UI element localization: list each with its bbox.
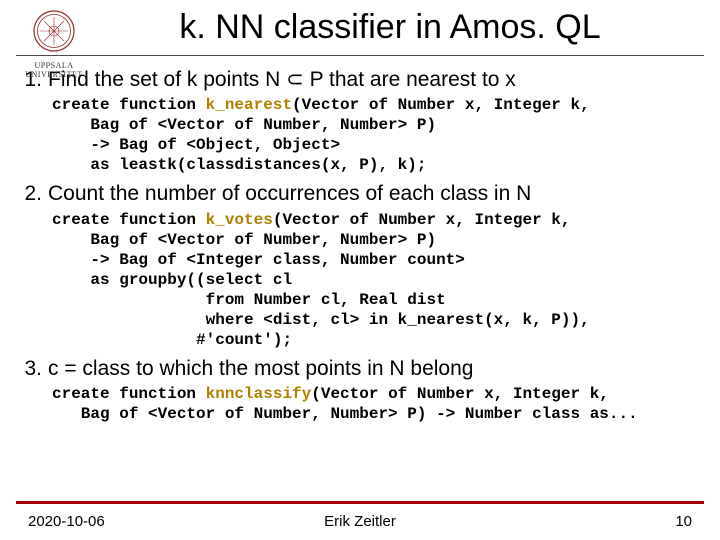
slide-content: 1.Find the set of k points N ⊂ P that ar… xyxy=(0,66,720,424)
step-2: 2. Count the number of occurrences of eac… xyxy=(14,181,706,349)
footer-date: 2020-10-06 xyxy=(28,513,105,530)
step-number: 3. xyxy=(14,356,42,382)
function-name: k_nearest xyxy=(206,96,292,114)
step-text-before: c = class to which the most points in N … xyxy=(48,357,473,380)
slide-title: k. NN classifier in Amos. QL xyxy=(80,0,700,55)
code-block-2: create function k_votes(Vector of Number… xyxy=(52,210,706,350)
code-prefix: create function xyxy=(52,211,206,229)
logo-caption-2: UNIVERSITET xyxy=(14,70,94,79)
footer-divider xyxy=(16,501,704,504)
seal-icon xyxy=(33,10,75,52)
code-block-1: create function k_nearest(Vector of Numb… xyxy=(52,95,706,175)
university-logo: UPPSALA UNIVERSITET xyxy=(14,10,94,79)
step-number: 2. xyxy=(14,181,42,207)
code-block-3: create function knnclassify(Vector of Nu… xyxy=(52,384,706,424)
slide: UPPSALA UNIVERSITET k. NN classifier in … xyxy=(0,0,720,540)
footer-author: Erik Zeitler xyxy=(0,513,720,530)
subset-symbol: ⊂ xyxy=(286,67,304,91)
logo-caption-1: UPPSALA xyxy=(14,61,94,70)
title-divider xyxy=(16,55,704,56)
step-text-before: Count the number of occurrences of each … xyxy=(48,182,531,205)
slide-footer: 2020-10-06 Erik Zeitler 10 xyxy=(0,513,720,530)
code-body: (Vector of Number x, Integer k, Bag of <… xyxy=(52,211,590,349)
code-prefix: create function xyxy=(52,385,206,403)
footer-page: 10 xyxy=(675,513,692,530)
step-1: 1.Find the set of k points N ⊂ P that ar… xyxy=(14,66,706,175)
step-text-after: P that are nearest to x xyxy=(304,68,516,91)
function-name: k_votes xyxy=(206,211,273,229)
step-3: 3. c = class to which the most points in … xyxy=(14,356,706,424)
function-name: knnclassify xyxy=(206,385,312,403)
code-prefix: create function xyxy=(52,96,206,114)
